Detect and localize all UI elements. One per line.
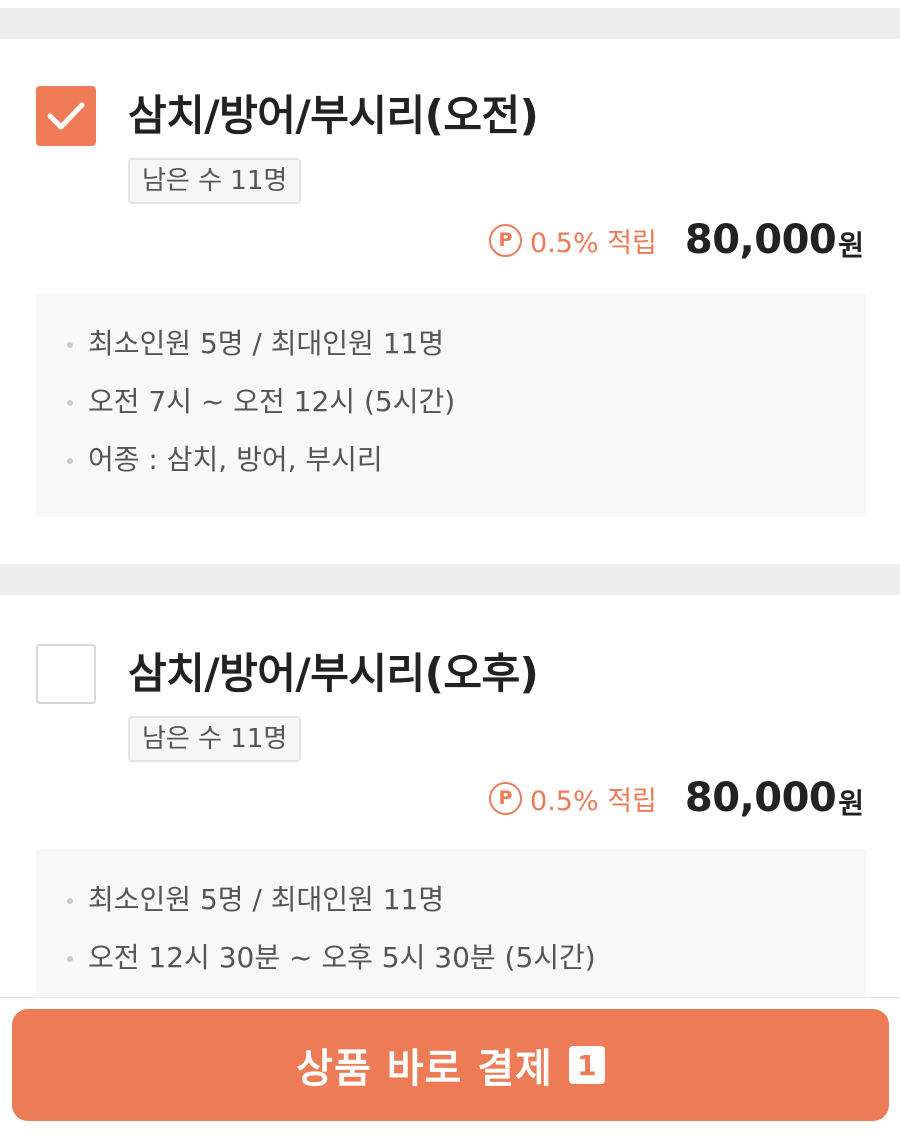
product-select-checkbox[interactable]: [36, 86, 96, 146]
buy-now-label: 상품 바로 결제: [296, 1046, 553, 1092]
product-option-card: 삼치/방어/부시리(오전) 남은 수 11명 P 0.5% 적립 80,000 …: [0, 86, 900, 518]
product-info-box: 최소인원 5명 / 최대인원 11명 오전 7시 ~ 오전 12시 (5시간) …: [36, 293, 866, 517]
price-currency: 원: [838, 787, 864, 820]
price-row: P 0.5% 적립 80,000 원: [489, 768, 864, 828]
buy-now-button[interactable]: 상품 바로 결제 1: [12, 1009, 889, 1121]
section-divider: [0, 564, 900, 595]
checkout-bar: 상품 바로 결제 1: [0, 997, 900, 1144]
price-amount: 80,000: [684, 217, 837, 263]
info-capacity: 최소인원 5명 / 최대인원 11명: [36, 871, 866, 929]
product-option-list-screen: 삼치/방어/부시리(오전) 남은 수 11명 P 0.5% 적립 80,000 …: [0, 0, 900, 1144]
selected-count-badge: 1: [568, 1046, 605, 1084]
checkmark-icon: [47, 102, 85, 130]
price-amount: 80,000: [684, 775, 837, 821]
product-select-checkbox[interactable]: [36, 644, 96, 704]
info-time: 오전 12시 30분 ~ 오후 5시 30분 (5시간): [36, 929, 866, 987]
info-time: 오전 7시 ~ 오전 12시 (5시간): [36, 373, 866, 431]
info-fish-species: 어종 : 삼치, 방어, 부시리: [36, 431, 866, 489]
remaining-badge: 남은 수 11명: [128, 158, 302, 204]
price-row: P 0.5% 적립 80,000 원: [489, 210, 864, 270]
product-option-card: 삼치/방어/부시리(오후) 남은 수 11명 P 0.5% 적립 80,000 …: [0, 644, 900, 1049]
point-rate: 0.5% 적립: [530, 227, 657, 259]
point-rate: 0.5% 적립: [530, 785, 657, 817]
product-title: 삼치/방어/부시리(오전): [128, 91, 539, 140]
info-capacity: 최소인원 5명 / 최대인원 11명: [36, 315, 866, 373]
section-divider: [0, 8, 900, 39]
price-currency: 원: [838, 229, 864, 262]
point-icon: P: [489, 781, 523, 815]
point-icon: P: [489, 223, 523, 257]
remaining-badge: 남은 수 11명: [128, 716, 302, 762]
product-title: 삼치/방어/부시리(오후): [128, 649, 539, 698]
